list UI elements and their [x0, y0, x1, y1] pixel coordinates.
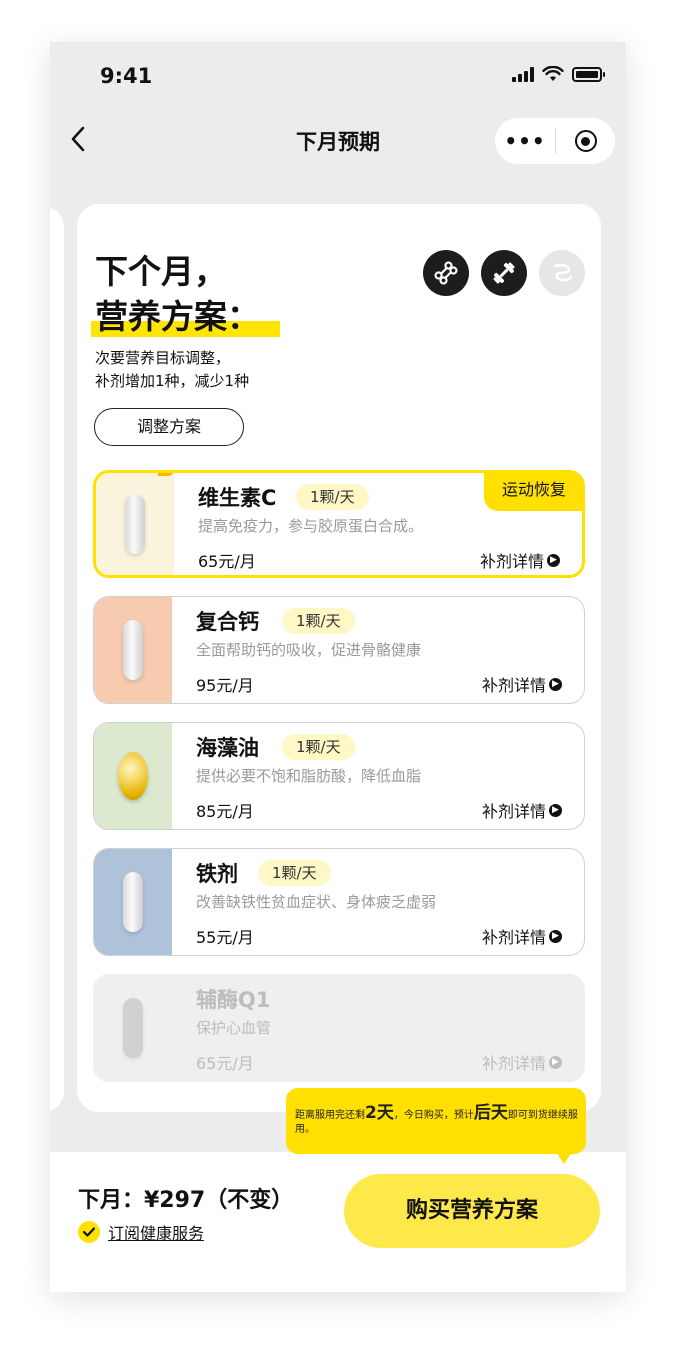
signal-icon [512, 66, 534, 82]
status-icons [512, 66, 605, 82]
arrow-right-icon: ▶ [549, 803, 562, 817]
tip-text: 距离服用完还剩 [295, 1110, 365, 1121]
capsule-pill-icon [123, 998, 143, 1058]
buy-plan-button[interactable]: 购买营养方案 [344, 1174, 600, 1248]
plan-subtitle: 次要营养目标调整， 补剂增加1种，减少1种 [95, 347, 249, 393]
supplement-price: 65元/月 [198, 552, 256, 571]
supplement-price: 65元/月 [196, 1054, 254, 1073]
phone-screen: 9:41 下月预期 ••• 下个月， 营养方案： 次要营养目标调整， 补剂增加1… [50, 42, 626, 1292]
capsule-pill-icon [125, 494, 145, 554]
next-month-total: 下月：¥297（不变） [78, 1188, 294, 1213]
status-bar: 9:41 [50, 42, 626, 112]
supplement-dose: 1颗/天 [282, 608, 355, 634]
supplement-desc: 改善缺铁性贫血症状、身体疲乏虚弱 [196, 893, 437, 911]
subtitle-line2: 补剂增加1种，减少1种 [95, 372, 250, 390]
mini-program-capsule: ••• [495, 118, 615, 164]
capsule-pill-icon [123, 872, 143, 932]
headline-line2: 营养方案： [91, 294, 280, 339]
supplement-name: 维生素C [198, 486, 277, 510]
more-button[interactable]: ••• [495, 129, 555, 153]
supplement-detail-link[interactable]: 补剂详情 ▶ [482, 1050, 562, 1074]
supplement-detail-link[interactable]: 补剂详情 ▶ [480, 548, 560, 572]
supplement-name: 海藻油 [196, 736, 259, 760]
arrow-right-icon: ▶ [547, 553, 560, 567]
subscribe-link[interactable]: 订阅健康服务 [108, 1220, 204, 1244]
bottom-bar: 下月：¥297（不变） 订阅健康服务 购买营养方案 [50, 1152, 626, 1292]
previous-plan-card[interactable] [50, 207, 64, 1112]
supplement-item[interactable]: 海藻油 1颗/天 提供必要不饱和脂肪酸，降低血脂 85元/月 补剂详情 ▶ [93, 722, 585, 830]
stomach-icon[interactable] [539, 250, 585, 296]
dumbbell-icon[interactable] [481, 250, 527, 296]
check-icon [83, 1227, 95, 1237]
supplement-desc: 提高免疫力，参与胶原蛋白合成。 [198, 517, 424, 535]
supplement-detail-link[interactable]: 补剂详情 ▶ [482, 924, 562, 948]
capsule-pill-icon [123, 620, 143, 680]
supplement-item[interactable]: 复合钙 1颗/天 全面帮助钙的吸收，促进骨骼健康 95元/月 补剂详情 ▶ [93, 596, 585, 704]
arrow-right-icon: ▶ [549, 1055, 562, 1069]
goal-tag: 运动恢复 [483, 473, 582, 511]
tip-days-left: 2天 [365, 1103, 394, 1123]
close-mini-program-button[interactable] [556, 130, 615, 152]
arrow-right-icon: ▶ [549, 677, 562, 691]
supplement-item[interactable]: 铁剂 1颗/天 改善缺铁性贫血症状、身体疲乏虚弱 55元/月 补剂详情 ▶ [93, 848, 585, 956]
arrow-right-icon: ▶ [549, 929, 562, 943]
supplement-thumb [96, 473, 174, 575]
supplement-thumb [94, 849, 172, 955]
supplement-detail-link[interactable]: 补剂详情 ▶ [482, 798, 562, 822]
tip-text: ，今日购买，预计 [393, 1110, 474, 1121]
plan-headline: 下个月， 营养方案： [91, 249, 280, 339]
record-icon [574, 130, 597, 152]
supplement-name: 辅酶Q1 [196, 988, 271, 1012]
supplement-price: 85元/月 [196, 802, 254, 821]
supplement-desc: 提供必要不饱和脂肪酸，降低血脂 [196, 767, 422, 785]
battery-icon [572, 67, 605, 82]
supplement-dose: 1颗/天 [258, 860, 331, 886]
headline-line1: 下个月， [95, 252, 227, 291]
status-time: 9:41 [100, 64, 153, 88]
supplement-price: 55元/月 [196, 928, 254, 947]
supplement-name: 复合钙 [196, 610, 259, 634]
supplement-dose: 1颗/天 [296, 484, 369, 510]
supplement-dose: 1颗/天 [282, 734, 355, 760]
supplement-name: 铁剂 [196, 862, 238, 886]
subtitle-line1: 次要营养目标调整， [95, 349, 231, 367]
supplement-desc: 保护心血管 [196, 1019, 272, 1037]
nav-bar: 下月预期 ••• [50, 112, 626, 172]
adjust-plan-button[interactable]: 调整方案 [94, 408, 244, 446]
supplement-item-removed[interactable]: 辅酶Q1 保护心血管 65元/月 补剂详情 ▶ [93, 974, 585, 1082]
supplement-price: 95元/月 [196, 676, 254, 695]
bone-icon[interactable] [423, 250, 469, 296]
tip-arrival: 后天 [473, 1103, 508, 1123]
subscribe-row: 订阅健康服务 [78, 1220, 204, 1244]
plan-card: 下个月， 营养方案： 次要营养目标调整， 补剂增加1种，减少1种 调整方案 维生… [77, 204, 601, 1112]
goal-icons [423, 250, 585, 296]
wifi-icon [542, 66, 564, 81]
softgel-pill-icon [118, 752, 148, 800]
supplement-thumb [94, 975, 172, 1081]
supplement-desc: 全面帮助钙的吸收，促进骨骼健康 [196, 641, 422, 659]
subscribe-checkbox[interactable] [78, 1221, 100, 1243]
supplement-item[interactable]: 维生素C 1颗/天 提高免疫力，参与胶原蛋白合成。 65元/月 补剂详情 ▶ 运动… [93, 470, 585, 578]
supplement-detail-link[interactable]: 补剂详情 ▶ [482, 672, 562, 696]
delivery-tooltip: 距离服用完还剩2天，今日购买，预计后天即可到货继续服用。 [286, 1088, 586, 1164]
supplement-thumb [94, 723, 172, 829]
supplement-thumb [94, 597, 172, 703]
